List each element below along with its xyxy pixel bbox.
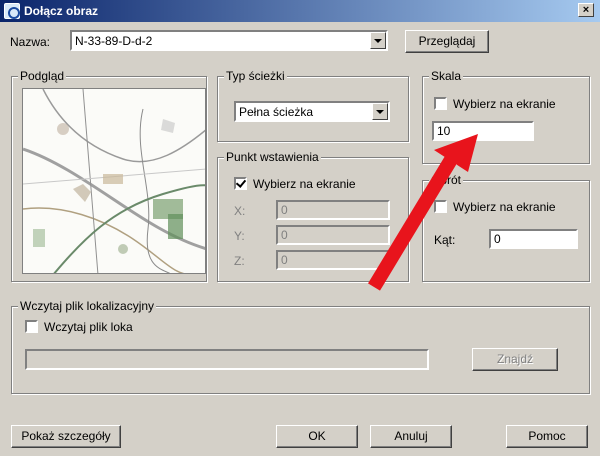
location-file-check-label: Wczytaj plik loka: [44, 320, 133, 334]
window-title: Dołącz obraz: [24, 4, 99, 18]
scale-group: Skala: [422, 69, 590, 164]
insertion-pick-label: Wybierz na ekranie: [253, 177, 356, 191]
z-field[interactable]: 0: [276, 250, 390, 270]
location-file-checkbox[interactable]: [25, 320, 38, 333]
name-combobox[interactable]: N-33-89-D-d-2: [70, 30, 388, 51]
path-type-legend: Typ ścieżki: [224, 69, 287, 83]
title-bar: Dołącz obraz ×: [0, 0, 600, 22]
angle-label: Kąt:: [434, 233, 456, 247]
name-value: N-33-89-D-d-2: [75, 34, 153, 48]
insertion-pick-checkbox[interactable]: [234, 177, 247, 190]
rotation-pick-label: Wybierz na ekranie: [453, 200, 556, 214]
preview-legend: Podgląd: [18, 69, 67, 83]
y-field[interactable]: 0: [276, 225, 390, 245]
map-preview-image: [22, 88, 206, 274]
rotation-pick-checkbox[interactable]: [434, 200, 447, 213]
insertion-point-legend: Punkt wstawienia: [224, 150, 321, 164]
chevron-down-icon[interactable]: [370, 32, 386, 49]
close-button[interactable]: ×: [578, 3, 594, 17]
app-icon: [4, 3, 20, 19]
path-type-combobox[interactable]: Pełna ścieżka: [234, 101, 390, 122]
help-button[interactable]: Pomoc: [506, 425, 588, 448]
ok-button[interactable]: OK: [276, 425, 358, 448]
y-label: Y:: [234, 229, 245, 243]
name-label: Nazwa:: [10, 35, 51, 49]
scale-legend: Skala: [429, 69, 464, 83]
chevron-down-icon[interactable]: [372, 103, 388, 120]
map-preview-drawing: [23, 89, 205, 273]
path-type-value: Pełna ścieżka: [239, 105, 314, 119]
scale-pick-label: Wybierz na ekranie: [453, 97, 556, 111]
rotation-legend: Obrót: [429, 173, 464, 187]
z-label: Z:: [234, 254, 245, 268]
x-field[interactable]: 0: [276, 200, 390, 220]
x-label: X:: [234, 204, 246, 218]
location-file-legend: Wczytaj plik lokalizacyjny: [18, 299, 157, 313]
scale-input[interactable]: 10: [432, 121, 534, 141]
browse-button[interactable]: Przeglądaj: [405, 30, 489, 53]
show-details-button[interactable]: Pokaż szczegóły: [11, 425, 121, 448]
scale-pick-checkbox[interactable]: [434, 97, 447, 110]
location-file-path-field[interactable]: [25, 349, 429, 370]
angle-input[interactable]: 0: [489, 229, 578, 249]
cancel-button[interactable]: Anuluj: [370, 425, 452, 448]
find-button[interactable]: Znajdź: [472, 348, 558, 371]
